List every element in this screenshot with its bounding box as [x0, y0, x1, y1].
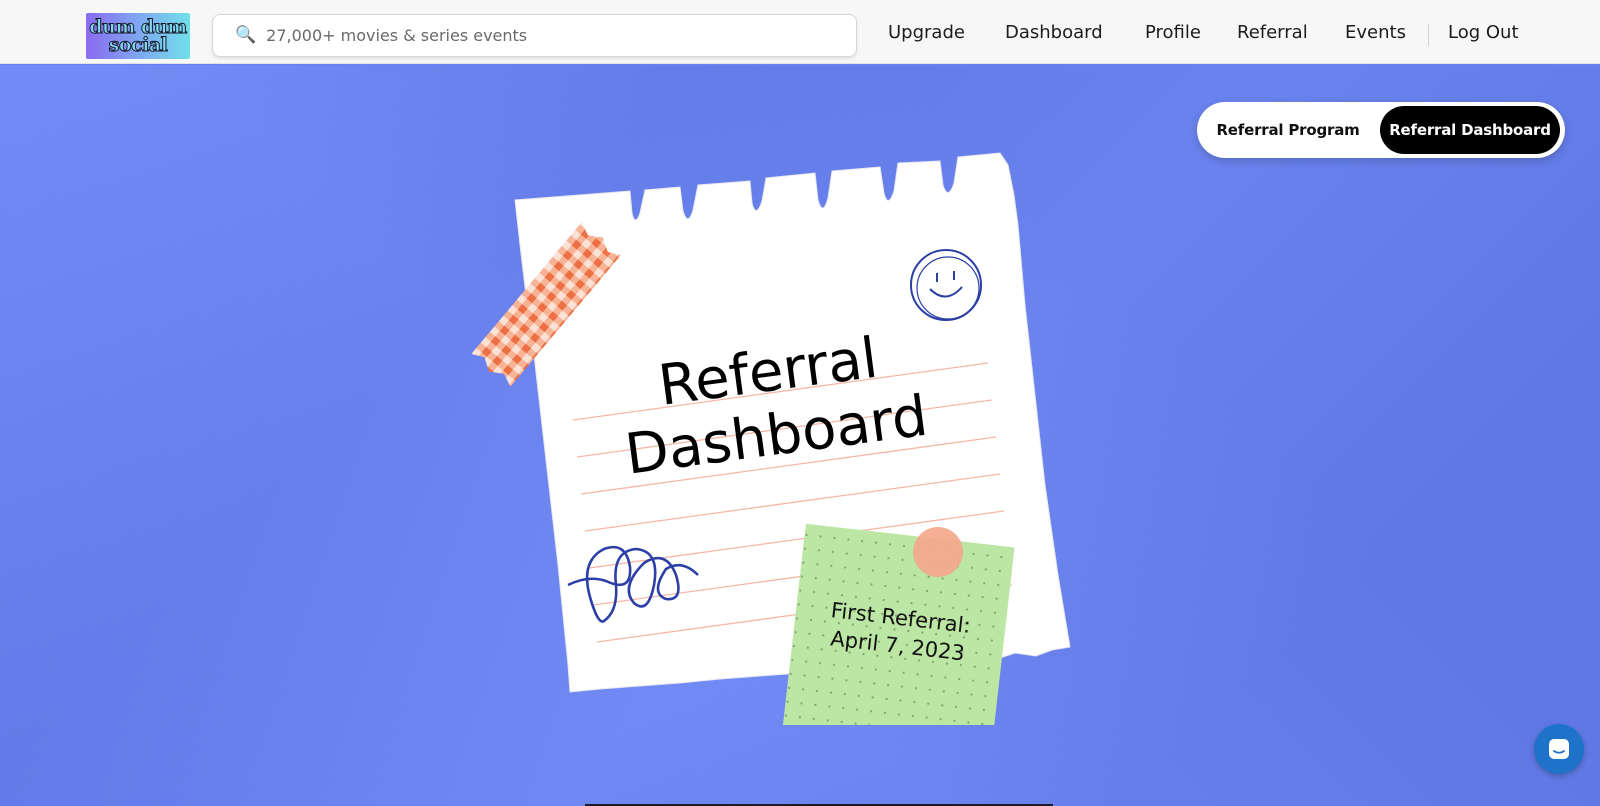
search-bar[interactable]: 🔍: [212, 14, 857, 57]
chat-bubble-icon: [1549, 739, 1569, 759]
referral-view-toggle: Referral Program Referral Dashboard: [1197, 102, 1565, 158]
referral-dashboard-main: Referral Program Referral Dashboard Refe…: [0, 65, 1600, 806]
nav-divider: [1428, 24, 1429, 46]
push-pin: [913, 527, 963, 577]
nav-profile[interactable]: Profile: [1145, 22, 1201, 43]
top-navbar: dum dum social 🔍 Upgrade Dashboard Profi…: [0, 0, 1600, 64]
chat-support-button[interactable]: [1534, 724, 1584, 774]
nav-log-out[interactable]: Log Out: [1448, 22, 1519, 43]
first-referral-sticky-note: First Referral: April 7, 2023: [781, 523, 1015, 725]
nav-upgrade[interactable]: Upgrade: [888, 22, 965, 43]
tab-referral-dashboard[interactable]: Referral Dashboard: [1380, 106, 1560, 154]
dum-dum-social-logo[interactable]: dum dum social: [86, 13, 190, 59]
referral-dashboard-illustration: Referral Dashboard First Referral: April…: [471, 152, 1071, 725]
nav-referral[interactable]: Referral: [1237, 22, 1308, 43]
logo-line-2: social: [108, 34, 168, 56]
tab-referral-program[interactable]: Referral Program: [1203, 106, 1373, 154]
search-icon: 🔍: [235, 25, 257, 45]
nav-events[interactable]: Events: [1345, 22, 1406, 43]
nav-dashboard[interactable]: Dashboard: [1005, 22, 1103, 43]
search-input[interactable]: [266, 26, 827, 45]
